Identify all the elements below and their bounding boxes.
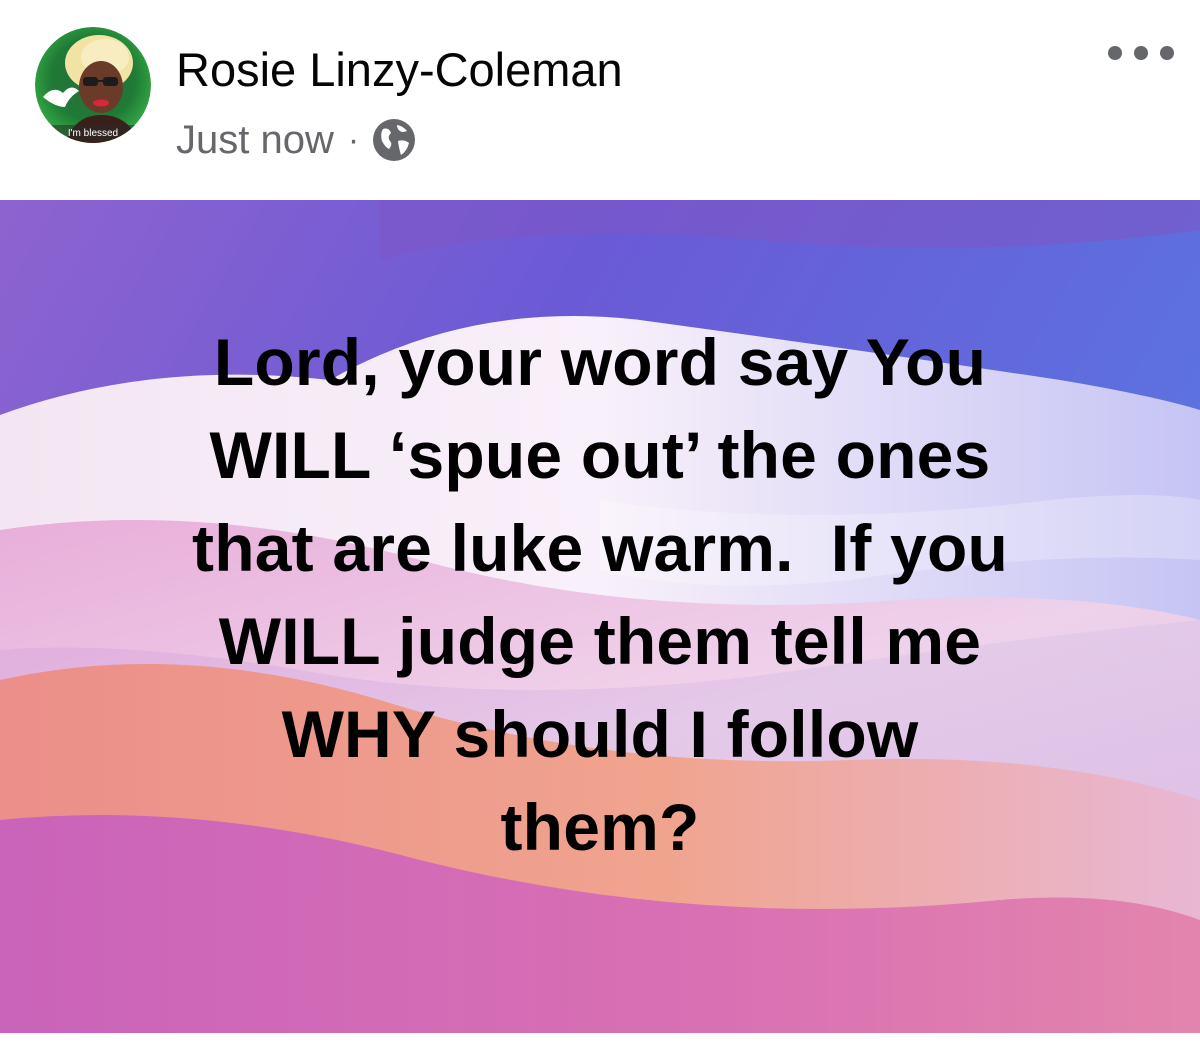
post-meta: Just now · <box>176 112 417 168</box>
avatar-image: I'm blessed <box>35 27 151 143</box>
post-footer <box>0 1033 1200 1043</box>
post-timestamp[interactable]: Just now <box>176 118 334 163</box>
more-options-icon <box>1108 46 1122 60</box>
author-name[interactable]: Rosie Linzy-Coleman <box>176 40 623 100</box>
more-options-dot <box>1160 46 1174 60</box>
post-text-line: that are luke warm. If you <box>192 511 1008 585</box>
globe-icon[interactable] <box>371 117 417 163</box>
avatar-caption: I'm blessed <box>68 128 118 139</box>
more-options-button[interactable] <box>1108 35 1174 71</box>
facebook-post: I'm blessed Rosie Linzy-Coleman Just now… <box>0 0 1200 1043</box>
more-options-dot <box>1134 46 1148 60</box>
post-text-line: Lord, your word say You <box>213 325 987 399</box>
post-text-line: them? <box>500 790 700 864</box>
post-background: Lord, your word say You WILL ‘spue out’ … <box>0 200 1200 1033</box>
meta-separator: · <box>347 120 360 159</box>
post-text: Lord, your word say You WILL ‘spue out’ … <box>60 316 1140 874</box>
post-text-line: WILL ‘spue out’ the ones <box>209 418 991 492</box>
post-text-line: WHY should I follow <box>281 697 919 771</box>
post-text-line: WILL judge them tell me <box>218 604 982 678</box>
post-header: I'm blessed Rosie Linzy-Coleman Just now… <box>0 0 1200 200</box>
author-avatar[interactable]: I'm blessed <box>35 27 151 143</box>
